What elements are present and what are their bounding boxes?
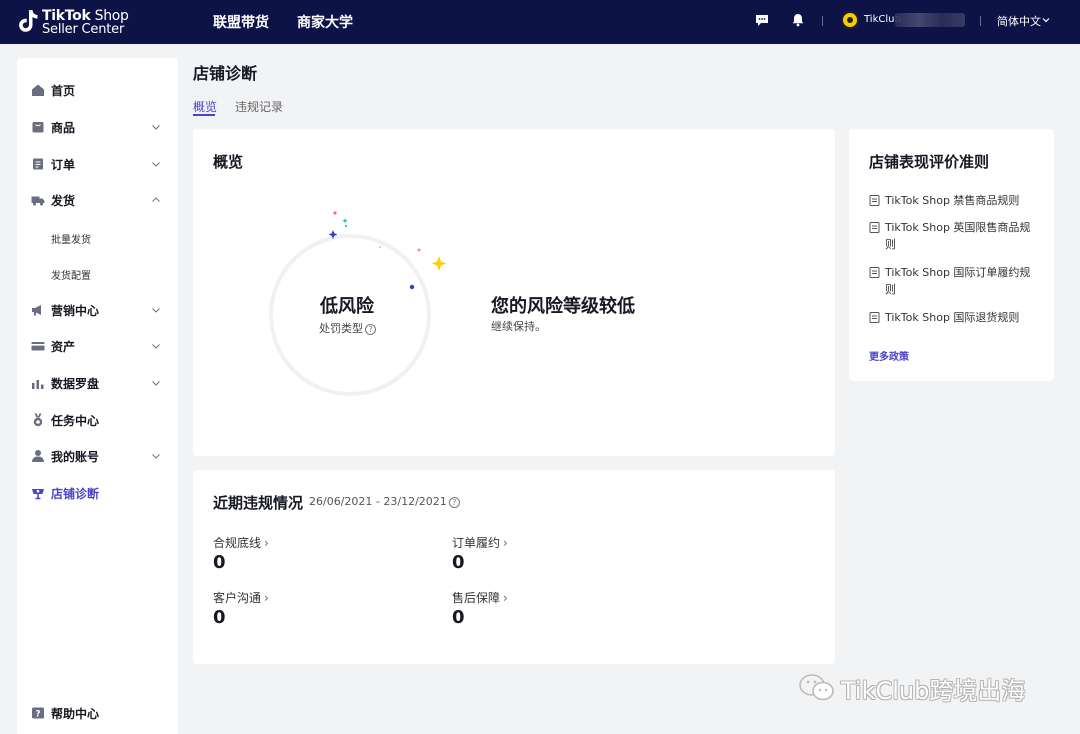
chevron-down-icon[interactable] (1041, 15, 1051, 25)
date-range: 26/06/2021 - 23/12/2021? (309, 495, 460, 508)
diagnosis-icon (32, 489, 44, 500)
penalty-type-label[interactable]: 处罚类型? (319, 320, 376, 336)
wechat-icon (799, 674, 834, 701)
chevron-down-icon[interactable] (150, 121, 162, 133)
help-circle-icon[interactable]: ? (448, 497, 460, 508)
sidebar-item-label: 商品 (51, 121, 76, 135)
sidebar-item-label: 帮助中心 (51, 707, 100, 721)
sidebar-subitem-bulk-ship[interactable]: 批量发货 (51, 231, 91, 246)
truck-icon (31, 196, 45, 206)
sidebar-item-label: 任务中心 (51, 414, 100, 428)
sidebar-item-label: 订单 (51, 158, 76, 172)
tiktok-shop-logo[interactable]: TikTok Shop Seller Center (18, 7, 129, 37)
sidebar-item-label: 发货 (51, 194, 76, 208)
avatar[interactable] (841, 11, 859, 29)
sidebar-item-label: 首页 (51, 84, 76, 98)
nav-university[interactable]: 商家大学 (297, 12, 353, 32)
sidebar-item-assets[interactable]: 资产 (17, 334, 178, 358)
language-selector[interactable]: 简体中文 (997, 13, 1041, 29)
document-icon (869, 267, 880, 278)
chevron-down-icon[interactable] (150, 450, 162, 462)
sidebar-item-shipping[interactable]: 发货 (17, 188, 178, 212)
metric-communication-value: 0 (213, 607, 226, 628)
sidebar-item-orders[interactable]: 订单 (17, 152, 178, 176)
risk-subtext: 继续保持。 (491, 320, 546, 333)
rule-link[interactable]: TikTok Shop 国际订单履约规则 (869, 264, 1039, 298)
home-icon (32, 84, 44, 96)
chart-icon (32, 380, 44, 389)
sidebar-item-label: 我的账号 (51, 450, 100, 464)
risk-level: 低风险 (320, 296, 374, 317)
metric-communication[interactable]: 客户沟通 › (213, 589, 269, 606)
sidebar-item-label: 资产 (51, 340, 76, 354)
recent-violations-title: 近期违规情况 (213, 494, 304, 512)
help-icon: ? (32, 707, 44, 720)
chevron-down-icon[interactable] (150, 340, 162, 352)
sidebar-item-label: 营销中心 (51, 304, 100, 318)
card-icon (31, 342, 45, 351)
nav-affiliate[interactable]: 联盟带货 (213, 12, 269, 32)
chevron-right-icon: › (264, 591, 269, 605)
rules-card: 店铺表现评价准则 TikTok Shop 禁售商品规则 TikTok Shop … (849, 129, 1054, 381)
tab-overview[interactable]: 概览 (193, 98, 217, 115)
bell-icon[interactable] (790, 12, 806, 28)
sidebar-item-data-compass[interactable]: 数据罗盘 (17, 371, 178, 395)
more-policies-link[interactable]: 更多政策 (869, 348, 909, 363)
svg-text:?: ? (35, 710, 40, 720)
overview-card: 概览 低风险 处罚类型? 您的风险等级较低 继续保持。 (193, 129, 835, 456)
metric-after-sales-value: 0 (452, 607, 465, 628)
document-icon (869, 222, 880, 233)
chevron-right-icon: › (264, 536, 269, 550)
rules-title: 店铺表现评价准则 (869, 153, 990, 171)
chevron-right-icon: › (503, 591, 508, 605)
medal-icon (33, 413, 43, 427)
document-icon (869, 312, 880, 323)
user-icon (32, 450, 44, 462)
sidebar-item-tasks[interactable]: 任务中心 (17, 408, 178, 432)
sidebar-item-marketing[interactable]: 营销中心 (17, 298, 178, 322)
product-icon (32, 122, 44, 133)
chevron-right-icon: › (503, 536, 508, 550)
metric-compliance[interactable]: 合规底线 › (213, 534, 269, 551)
watermark-text: TikClub跨境出海 (841, 677, 1026, 705)
chevron-down-icon[interactable] (150, 158, 162, 170)
sidebar-item-shop-diagnosis[interactable]: 店铺诊断 (17, 481, 178, 505)
logo-subtitle: Seller Center (42, 22, 125, 37)
sidebar-item-help[interactable]: ? 帮助中心 (17, 701, 178, 725)
tab-violation-records[interactable]: 违规记录 (235, 98, 283, 115)
recent-violations-card: 近期违规情况 26/06/2021 - 23/12/2021? 合规底线 › 0 … (193, 470, 835, 664)
metric-after-sales[interactable]: 售后保障 › (452, 589, 508, 606)
divider (980, 16, 981, 26)
risk-headline: 您的风险等级较低 (491, 296, 635, 317)
chevron-down-icon[interactable] (150, 377, 162, 389)
sidebar-item-label: 数据罗盘 (51, 377, 100, 391)
chevron-down-icon[interactable] (150, 304, 162, 316)
help-circle-icon[interactable]: ? (365, 324, 376, 335)
overview-title: 概览 (213, 153, 244, 171)
divider (822, 16, 823, 26)
chevron-up-icon[interactable] (150, 194, 162, 206)
metric-fulfillment[interactable]: 订单履约 › (452, 534, 508, 551)
sidebar: 首页 商品 订单 发货 批量发货 发货配置 营销中心 资产 数据罗盘 任务中心 … (17, 58, 178, 734)
sidebar-item-home[interactable]: 首页 (17, 78, 178, 102)
megaphone-icon (32, 305, 41, 316)
document-icon (869, 195, 880, 206)
sidebar-subitem-ship-config[interactable]: 发货配置 (51, 267, 91, 282)
rule-link[interactable]: TikTok Shop 禁售商品规则 (869, 192, 1039, 209)
sparkle-icon (328, 211, 447, 290)
rule-link[interactable]: TikTok Shop 国际退货规则 (869, 309, 1039, 326)
redacted-name (895, 13, 965, 27)
top-bar: TikTok Shop Seller Center 联盟带货 商家大学 TikC… (0, 0, 1080, 44)
page-title: 店铺诊断 (193, 64, 258, 83)
metric-compliance-value: 0 (213, 552, 226, 573)
order-icon (33, 158, 43, 170)
rule-link[interactable]: TikTok Shop 英国限售商品规则 (869, 219, 1039, 253)
sidebar-item-account[interactable]: 我的账号 (17, 444, 178, 468)
metric-fulfillment-value: 0 (452, 552, 465, 573)
active-tab-indicator (193, 114, 215, 116)
sidebar-item-products[interactable]: 商品 (17, 115, 178, 139)
sidebar-item-label: 店铺诊断 (51, 487, 100, 501)
message-icon[interactable] (754, 12, 770, 28)
tiktok-logo-icon (19, 10, 38, 32)
